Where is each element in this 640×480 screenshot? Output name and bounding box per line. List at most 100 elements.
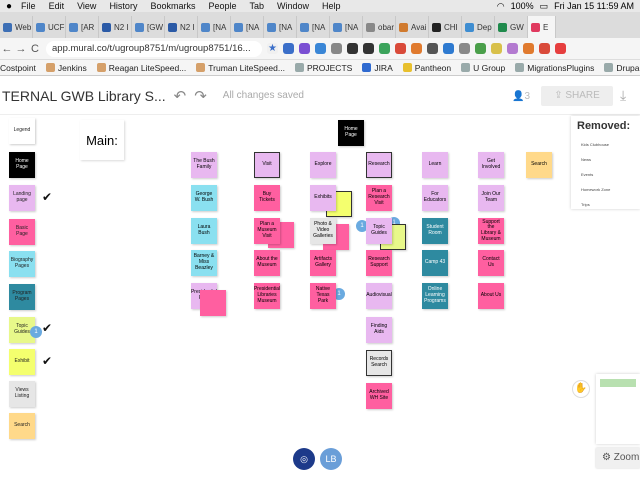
sticky-note[interactable]: About Us [478,283,504,309]
extension-icon[interactable] [411,43,422,54]
bookmark-migrations[interactable]: MigrationsPlugins [515,63,594,73]
menu-file[interactable]: File [21,1,36,11]
browser-tab[interactable]: [NA [198,16,231,38]
browser-tab[interactable]: N2 I [99,16,132,38]
browser-tab[interactable]: Dep [462,16,495,38]
browser-tab[interactable]: [GW [132,16,165,38]
sticky-note[interactable]: The Bush Family [191,152,217,178]
sticky-note[interactable]: Finding Aids [366,317,392,343]
forward-button[interactable]: → [14,43,28,55]
sticky-note[interactable]: Audiovisual [366,283,392,309]
sticky-note[interactable]: Research Support [366,250,392,276]
bookmark-drupal[interactable]: Drupal [604,63,640,73]
extension-icon[interactable] [459,43,470,54]
extension-icon[interactable] [523,43,534,54]
extension-icon[interactable] [427,43,438,54]
sticky-note[interactable]: Camp 43 [422,250,448,276]
star-icon[interactable]: ★ [267,43,278,54]
extension-icon[interactable] [363,43,374,54]
comment-badge-icon[interactable]: 1 [30,326,42,338]
removed-panel[interactable]: Removed: Kids Clubhouse News Events Home… [571,116,640,209]
sticky-note[interactable]: Contact Us [478,250,504,276]
extension-icon[interactable] [347,43,358,54]
sticky-note[interactable]: Records Search [366,350,392,376]
sticky-note[interactable]: Research [366,152,392,178]
browser-tab[interactable]: UCF [33,16,66,38]
mural-canvas[interactable]: Main: Removed: Kids Clubhouse News Event… [0,116,640,480]
browser-tab[interactable]: N2 I [165,16,198,38]
legend-note[interactable]: Views Listing [9,381,35,407]
clock[interactable]: Fri Jan 15 11:59 AM [554,1,634,11]
extension-icon[interactable] [507,43,518,54]
browser-tab[interactable]: [NA [264,16,297,38]
minimap-viewport[interactable] [600,379,636,387]
sticky-note[interactable]: For Educators [422,185,448,211]
extension-icon[interactable] [443,43,454,54]
sticky-note[interactable]: Archived WH Site [366,383,392,409]
member-count[interactable]: 👤3 [512,91,530,102]
bookmark-truman[interactable]: Truman LiteSpeed... [196,63,285,73]
menu-bookmarks[interactable]: Bookmarks [150,1,195,11]
extension-icon[interactable] [379,43,390,54]
legend-note[interactable]: Biography Pages [9,251,35,277]
sticky-note[interactable]: Support the Library & Museum [478,218,504,244]
sticky-note[interactable]: Plan a Museum Visit [254,218,280,244]
browser-tab[interactable]: GW [495,16,528,38]
sticky-note[interactable]: Learn [422,152,448,178]
download-icon[interactable]: ⤓ [620,87,626,104]
sticky-note[interactable]: Photo & Video Galleries [310,218,336,244]
sticky-note[interactable]: George W. Bush [191,185,217,211]
hand-tool-icon[interactable]: ✋ [572,380,590,398]
bookmark-ugroup[interactable]: U Group [461,63,505,73]
extension-icon[interactable] [283,43,294,54]
sticky-note-stack[interactable] [200,290,226,316]
back-button[interactable]: ← [0,43,14,55]
redo-icon[interactable]: ↷ [194,87,207,105]
battery-icon[interactable]: ▭ [540,1,549,12]
browser-tab[interactable]: E [528,16,556,38]
removed-item[interactable]: Homework Zone [581,187,640,192]
sticky-note[interactable]: Barney & Miss Beazley [191,250,217,276]
menu-edit[interactable]: Edit [49,1,65,11]
browser-tab[interactable]: CHI [429,16,462,38]
menu-help[interactable]: Help [322,1,341,11]
browser-tab[interactable]: [NA [330,16,363,38]
extension-icon[interactable] [299,43,310,54]
bookmark-reagan[interactable]: Reagan LiteSpeed... [96,63,186,73]
sticky-note[interactable]: Artifacts Gallery [310,250,336,276]
minimap[interactable] [596,374,640,444]
sticky-note[interactable]: Plan a Research Visit [366,185,392,211]
browser-tab[interactable]: Web [0,16,33,38]
bookmark-jenkins[interactable]: Jenkins [45,63,87,73]
share-button[interactable]: ⇪ SHARE [541,86,613,106]
sticky-note[interactable]: Buy Tickets [254,185,280,211]
menu-history[interactable]: History [109,1,137,11]
sticky-note[interactable]: Join Our Team [478,185,504,211]
sticky-note[interactable]: Presidential Libraries Museum [254,283,280,309]
undo-icon[interactable]: ↶ [174,87,187,105]
extension-icon[interactable] [331,43,342,54]
sticky-note[interactable]: Exhibits [310,185,336,211]
menu-tab[interactable]: Tab [250,1,265,11]
browser-tab[interactable]: obar [363,16,396,38]
bookmark-pantheon[interactable]: Pantheon [402,63,451,73]
extension-icon[interactable] [395,43,406,54]
browser-tab[interactable]: [NA [231,16,264,38]
user-avatar[interactable]: LB [320,448,342,470]
zoom-button[interactable]: ⚙ Zoom [596,448,640,468]
legend-note[interactable]: Search [9,413,35,439]
main-title-note[interactable]: Main: [80,120,124,160]
sticky-note[interactable]: Search [526,152,552,178]
sticky-note[interactable]: Get Involved [478,152,504,178]
extension-icon[interactable] [491,43,502,54]
sticky-note[interactable]: Online Learning Programs [422,283,448,309]
extension-icon[interactable] [539,43,550,54]
removed-item[interactable]: Trips [581,202,640,207]
legend-note[interactable]: Basic Page [9,219,35,245]
snail-avatar-icon[interactable]: ◎ [293,448,315,470]
bookmark-projects[interactable]: PROJECTS [294,63,352,73]
apple-icon[interactable]: ● [6,1,12,12]
browser-tab[interactable]: Avai [396,16,429,38]
browser-tab[interactable]: [AR [66,16,99,38]
board-title[interactable]: TERNAL GWB Library S... [2,88,166,104]
